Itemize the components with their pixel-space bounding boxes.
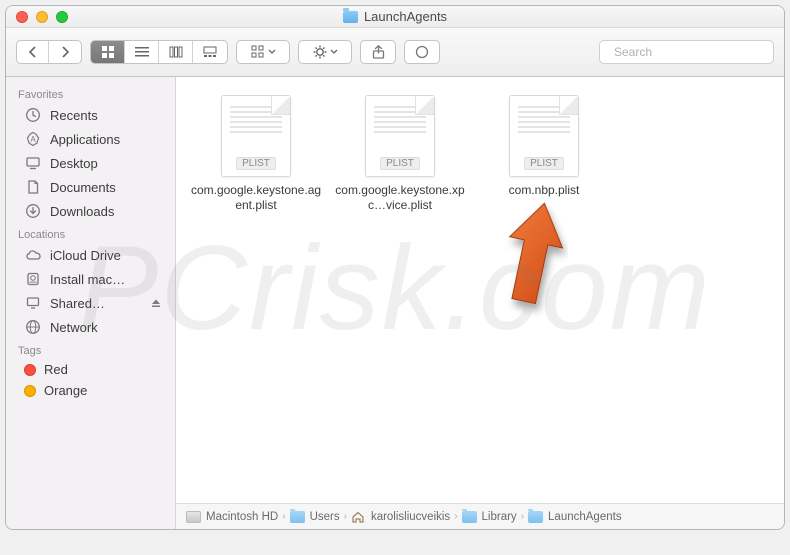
home-icon xyxy=(351,511,366,523)
sidebar-item-label: Recents xyxy=(50,108,165,123)
close-button[interactable] xyxy=(16,11,28,23)
sidebar-item-icloud[interactable]: iCloud Drive xyxy=(6,243,175,267)
folder-icon xyxy=(528,511,543,523)
sidebar-item-recents[interactable]: Recents xyxy=(6,103,175,127)
list-view-button[interactable] xyxy=(125,41,159,63)
icon-view-button[interactable] xyxy=(91,41,125,63)
icon-grid[interactable]: PLIST com.google.keystone.agent.plist PL… xyxy=(176,77,784,503)
column-view-button[interactable] xyxy=(159,41,193,63)
tag-red-icon xyxy=(24,364,36,376)
window-body: Favorites Recents A Applications Desktop… xyxy=(6,77,784,529)
back-button[interactable] xyxy=(17,41,49,63)
svg-text:A: A xyxy=(30,135,36,144)
sidebar: Favorites Recents A Applications Desktop… xyxy=(6,77,176,529)
harddrive-icon xyxy=(186,511,201,523)
action-button[interactable] xyxy=(298,40,352,64)
sidebar-item-shared[interactable]: Shared… xyxy=(6,291,175,315)
sidebar-item-desktop[interactable]: Desktop xyxy=(6,151,175,175)
file-name: com.google.keystone.agent.plist xyxy=(190,183,322,213)
path-crumb[interactable]: Users xyxy=(290,511,340,523)
globe-icon xyxy=(24,318,42,336)
file-item[interactable]: PLIST com.nbp.plist xyxy=(474,91,614,217)
eject-icon[interactable] xyxy=(147,294,165,312)
path-crumb[interactable]: karolisliucveikis xyxy=(351,511,450,523)
folder-icon xyxy=(343,11,358,23)
download-icon xyxy=(24,202,42,220)
document-icon xyxy=(24,178,42,196)
chevron-right-icon: › xyxy=(454,511,457,522)
sidebar-item-label: Red xyxy=(44,362,165,377)
sidebar-item-downloads[interactable]: Downloads xyxy=(6,199,175,223)
path-crumb[interactable]: Library xyxy=(462,511,517,523)
clock-icon xyxy=(24,106,42,124)
tag-orange-icon xyxy=(24,385,36,397)
tags-button[interactable] xyxy=(404,40,440,64)
file-item[interactable]: PLIST com.google.keystone.xpc…vice.plist xyxy=(330,91,470,217)
sidebar-item-documents[interactable]: Documents xyxy=(6,175,175,199)
file-name: com.google.keystone.xpc…vice.plist xyxy=(334,183,466,213)
sidebar-item-label: Shared… xyxy=(50,296,139,311)
content-pane: PLIST com.google.keystone.agent.plist PL… xyxy=(176,77,784,529)
plist-file-icon: PLIST xyxy=(365,95,435,177)
app-icon: A xyxy=(24,130,42,148)
sidebar-item-tag-orange[interactable]: Orange xyxy=(6,380,175,401)
chevron-right-icon: › xyxy=(344,511,347,522)
toolbar xyxy=(6,28,784,77)
sidebar-item-label: iCloud Drive xyxy=(50,248,165,263)
maximize-button[interactable] xyxy=(56,11,68,23)
share-button[interactable] xyxy=(360,40,396,64)
view-mode-buttons xyxy=(90,40,228,64)
sidebar-item-label: Network xyxy=(50,320,165,335)
cloud-icon xyxy=(24,246,42,264)
titlebar: LaunchAgents xyxy=(6,6,784,28)
plist-file-icon: PLIST xyxy=(509,95,579,177)
traffic-lights xyxy=(16,11,68,23)
plist-file-icon: PLIST xyxy=(221,95,291,177)
sidebar-item-label: Documents xyxy=(50,180,165,195)
arrange-button[interactable] xyxy=(236,40,290,64)
sidebar-item-network[interactable]: Network xyxy=(6,315,175,339)
sidebar-item-label: Applications xyxy=(50,132,165,147)
sidebar-item-applications[interactable]: A Applications xyxy=(6,127,175,151)
sidebar-item-label: Desktop xyxy=(50,156,165,171)
sidebar-item-tag-red[interactable]: Red xyxy=(6,359,175,380)
disk-icon xyxy=(24,270,42,288)
nav-buttons xyxy=(16,40,82,64)
chevron-right-icon: › xyxy=(282,511,285,522)
path-bar: Macintosh HD › Users › karolisliucveikis… xyxy=(176,503,784,529)
desktop-icon xyxy=(24,154,42,172)
path-crumb[interactable]: LaunchAgents xyxy=(528,511,622,523)
window-title: LaunchAgents xyxy=(6,9,784,24)
sidebar-item-label: Orange xyxy=(44,383,165,398)
computer-icon xyxy=(24,294,42,312)
file-item[interactable]: PLIST com.google.keystone.agent.plist xyxy=(186,91,326,217)
folder-icon xyxy=(290,511,305,523)
finder-window: LaunchAgents xyxy=(6,6,784,529)
sidebar-section-locations: Locations xyxy=(6,223,175,243)
search-field[interactable] xyxy=(599,40,774,64)
search-input[interactable] xyxy=(614,45,769,59)
path-crumb[interactable]: Macintosh HD xyxy=(186,511,278,523)
sidebar-item-label: Install mac… xyxy=(50,272,165,287)
folder-icon xyxy=(462,511,477,523)
gallery-view-button[interactable] xyxy=(193,41,227,63)
forward-button[interactable] xyxy=(49,41,81,63)
sidebar-section-favorites: Favorites xyxy=(6,83,175,103)
minimize-button[interactable] xyxy=(36,11,48,23)
sidebar-item-label: Downloads xyxy=(50,204,165,219)
chevron-right-icon: › xyxy=(521,511,524,522)
file-name: com.nbp.plist xyxy=(509,183,580,198)
window-title-text: LaunchAgents xyxy=(364,9,447,24)
sidebar-section-tags: Tags xyxy=(6,339,175,359)
sidebar-item-disk[interactable]: Install mac… xyxy=(6,267,175,291)
